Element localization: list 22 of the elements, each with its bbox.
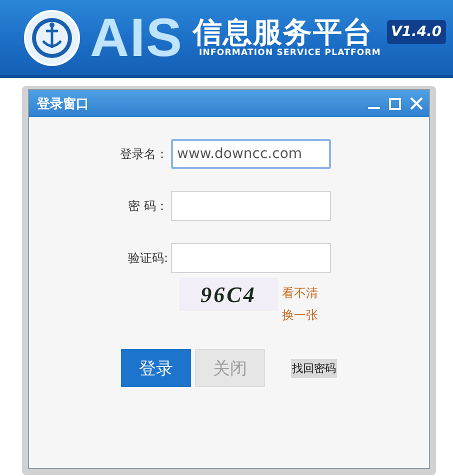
captcha-image: 96C4 bbox=[179, 278, 278, 311]
platform-title: 信息服务平台 bbox=[193, 16, 374, 48]
version-badge: V1.4.0 bbox=[386, 20, 446, 44]
minimize-icon bbox=[368, 106, 380, 108]
input-field[interactable]: www.downcc.com bbox=[171, 139, 331, 169]
field-label: 验证码: bbox=[126, 250, 169, 266]
close-icon bbox=[410, 97, 422, 110]
captcha-refresh-link[interactable]: 换一张 bbox=[282, 307, 318, 324]
field-label: 密 码： bbox=[127, 198, 169, 214]
maximize-button[interactable] bbox=[388, 96, 402, 110]
recover-password-link[interactable]: 找回密码 bbox=[291, 358, 337, 378]
input-field[interactable] bbox=[171, 243, 331, 273]
login-button[interactable]: 登录 bbox=[121, 349, 191, 387]
platform-subtitle: INFORMATION SERVICE PLATFORM bbox=[199, 48, 381, 58]
emblem-logo bbox=[24, 10, 80, 66]
close-button[interactable] bbox=[409, 96, 423, 110]
captcha-refresh-link[interactable]: 看不清 bbox=[282, 285, 318, 302]
brand-text: AIS bbox=[90, 10, 184, 64]
window-title: 登录窗口 bbox=[37, 96, 89, 112]
input-field[interactable] bbox=[171, 191, 331, 221]
field-label: 登录名： bbox=[119, 146, 169, 162]
maximize-icon bbox=[389, 98, 401, 110]
